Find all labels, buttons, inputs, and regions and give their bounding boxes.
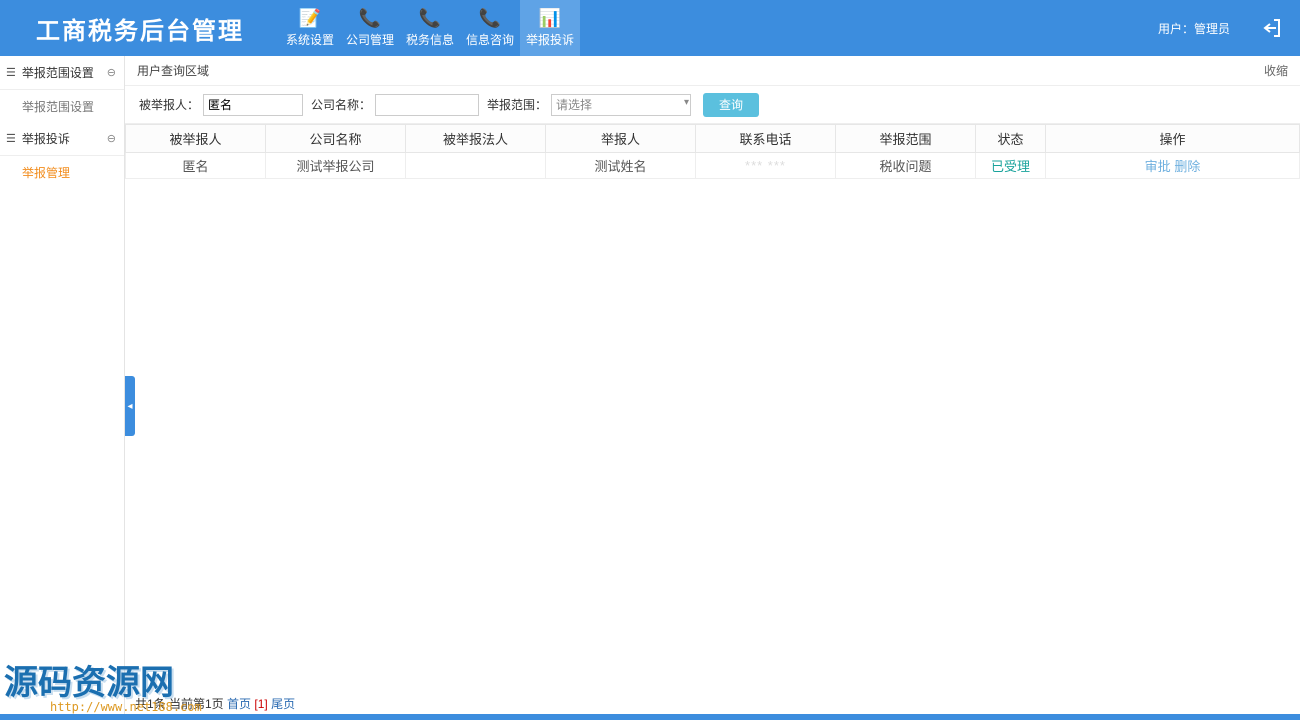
sidebar: ☰ 举报范围设置 ⊖ 举报范围设置 ☰ 举报投诉 ⊖ 举报管理 (0, 56, 125, 720)
cell-status: 已受理 (976, 153, 1046, 179)
nav-label: 公司管理 (346, 31, 394, 48)
sidebar-group-report-scope[interactable]: ☰ 举报范围设置 ⊖ (0, 56, 124, 90)
input-company[interactable] (375, 94, 479, 116)
col-reporter: 举报人 (546, 125, 696, 153)
logout-icon[interactable] (1260, 0, 1284, 56)
pager-current: [1] (254, 697, 267, 711)
nav-company-mgmt[interactable]: 📞 公司管理 (340, 0, 400, 56)
edit-icon: 📝 (299, 9, 321, 27)
menu-icon: ☰ (6, 132, 16, 145)
cell-ops: 审批 删除 (1046, 153, 1300, 179)
sidebar-item-label: 举报范围设置 (22, 98, 94, 115)
nav-label: 税务信息 (406, 31, 454, 48)
op-approve-link[interactable]: 审批 (1145, 159, 1171, 174)
chart-icon: 📊 (539, 9, 561, 27)
col-legal: 被举报法人 (406, 125, 546, 153)
sidebar-collapse-handle[interactable]: ◂ (125, 376, 135, 436)
top-header: 工商税务后台管理 📝 系统设置 📞 公司管理 📞 税务信息 📞 信息咨询 📊 举… (0, 0, 1300, 56)
label-company: 公司名称： (311, 96, 371, 113)
sidebar-item-report-mgmt[interactable]: 举报管理 (0, 156, 124, 188)
col-status: 状态 (976, 125, 1046, 153)
cell-reported: 匿名 (126, 153, 266, 179)
nav-system-settings[interactable]: 📝 系统设置 (280, 0, 340, 56)
nav-tax-info[interactable]: 📞 税务信息 (400, 0, 460, 56)
current-user: 用户：管理员 (1158, 0, 1230, 56)
cell-scope: 税收问题 (836, 153, 976, 179)
col-scope: 举报范围 (836, 125, 976, 153)
select-scope[interactable]: 请选择 (551, 94, 691, 116)
search-bar: 被举报人： 公司名称： 举报范围： 请选择 ▾ 查询 (125, 86, 1300, 124)
menu-icon: ☰ (6, 66, 16, 79)
query-button[interactable]: 查询 (703, 93, 759, 117)
pager-first[interactable]: 首页 (227, 697, 251, 711)
sidebar-item-label: 举报管理 (22, 164, 70, 181)
col-phone: 联系电话 (696, 125, 836, 153)
panel-collapse-link[interactable]: 收缩 (1264, 62, 1288, 79)
minus-circle-icon: ⊖ (107, 66, 116, 79)
pagination: 共1条 当前第1页 首页 [1] 尾页 (125, 695, 305, 712)
top-nav: 📝 系统设置 📞 公司管理 📞 税务信息 📞 信息咨询 📊 举报投诉 (280, 0, 580, 56)
op-delete-link[interactable]: 删除 (1174, 159, 1200, 174)
sidebar-group-label: 举报范围设置 (22, 64, 101, 81)
phone-icon: 📞 (359, 9, 381, 27)
sidebar-group-label: 举报投诉 (22, 130, 101, 147)
nav-label: 系统设置 (286, 31, 334, 48)
col-ops: 操作 (1046, 125, 1300, 153)
footer-strip (0, 714, 1300, 720)
input-reported[interactable] (203, 94, 303, 116)
cell-company: 测试举报公司 (266, 153, 406, 179)
nav-label: 举报投诉 (526, 31, 574, 48)
panel-title: 用户查询区域 (137, 62, 209, 79)
main-content: 用户查询区域 收缩 被举报人： 公司名称： 举报范围： 请选择 ▾ 查询 被举报… (125, 56, 1300, 720)
nav-label: 信息咨询 (466, 31, 514, 48)
phone-icon: 📞 (479, 9, 501, 27)
table-header-row: 被举报人 公司名称 被举报法人 举报人 联系电话 举报范围 状态 操作 (126, 125, 1300, 153)
minus-circle-icon: ⊖ (107, 132, 116, 145)
results-table: 被举报人 公司名称 被举报法人 举报人 联系电话 举报范围 状态 操作 匿名 测… (125, 124, 1300, 179)
label-scope: 举报范围： (487, 96, 547, 113)
pager-last[interactable]: 尾页 (271, 697, 295, 711)
nav-info-consult[interactable]: 📞 信息咨询 (460, 0, 520, 56)
phone-icon: 📞 (419, 9, 441, 27)
cell-phone: *** *** (696, 153, 836, 179)
label-reported: 被举报人： (139, 96, 199, 113)
col-reported: 被举报人 (126, 125, 266, 153)
pager-summary: 共1条 当前第1页 (135, 697, 224, 711)
cell-legal (406, 153, 546, 179)
nav-report-complaint[interactable]: 📊 举报投诉 (520, 0, 580, 56)
app-logo: 工商税务后台管理 (0, 0, 280, 56)
sidebar-item-report-scope-settings[interactable]: 举报范围设置 (0, 90, 124, 122)
sidebar-group-report-complaint[interactable]: ☰ 举报投诉 ⊖ (0, 122, 124, 156)
query-panel-header: 用户查询区域 收缩 (125, 56, 1300, 86)
col-company: 公司名称 (266, 125, 406, 153)
cell-reporter: 测试姓名 (546, 153, 696, 179)
table-row: 匿名 测试举报公司 测试姓名 *** *** 税收问题 已受理 审批 删除 (126, 153, 1300, 179)
